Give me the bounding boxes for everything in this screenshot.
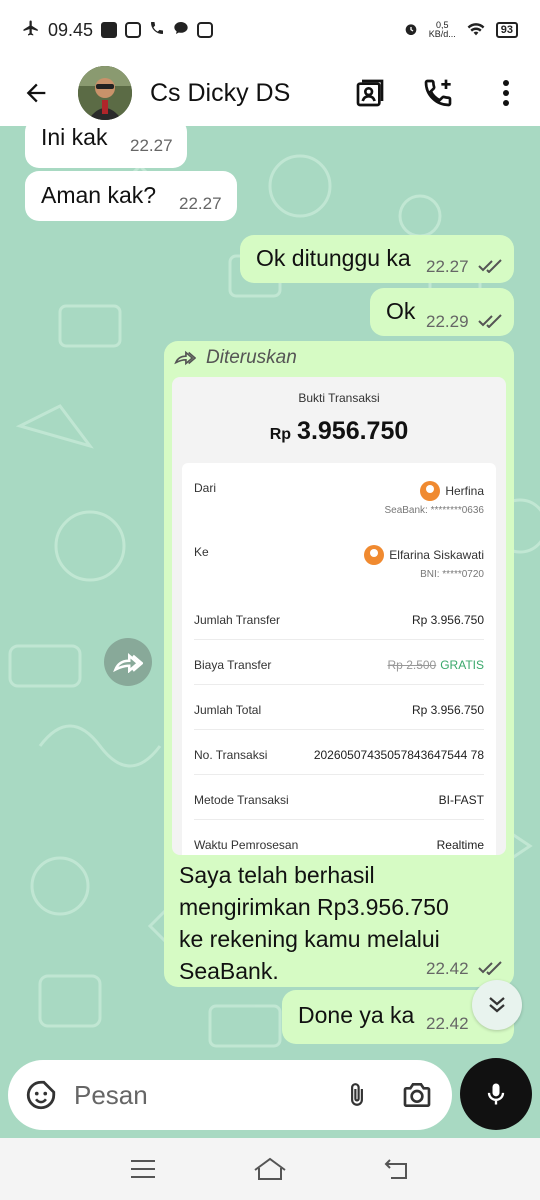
- emoji-button[interactable]: [8, 1060, 74, 1130]
- read-ticks-icon: [478, 961, 502, 975]
- microphone-icon: [487, 1083, 505, 1105]
- receipt-detail-row: Biaya Transfer Rp 2.500 GRATIS: [194, 658, 484, 672]
- message-notification-icon: [173, 20, 189, 41]
- back-button[interactable]: [0, 60, 72, 126]
- receipt-to-row: Ke Elfarina Siskawati BNI: *****0720: [194, 545, 484, 580]
- receipt-amount-value: 3.956.750: [297, 417, 409, 445]
- phone-add-icon: [424, 79, 452, 107]
- message-text: Ok ditunggu ka: [256, 245, 411, 271]
- more-options-button[interactable]: [472, 60, 540, 126]
- alarm-icon: [403, 21, 419, 40]
- receipt-amount: Rp 3.956.750: [172, 417, 506, 446]
- back-nav-button[interactable]: [367, 1144, 427, 1194]
- message-input-pill: [8, 1060, 452, 1130]
- back-arrow-icon: [26, 83, 46, 103]
- status-right: 0,5 KB/d... 93: [403, 21, 518, 40]
- whatsapp-notification-icon: [197, 22, 214, 38]
- forwarded-label: Diteruskan: [174, 347, 297, 369]
- recipient-avatar-icon: [364, 545, 385, 565]
- camera-button[interactable]: [382, 1060, 452, 1130]
- transaction-receipt-image[interactable]: Bukti Transaksi Rp 3.956.750 Dari Herfina…: [172, 377, 506, 855]
- network-speed: 0,5 KB/d...: [428, 20, 456, 39]
- forwarded-icon: [174, 350, 196, 366]
- forwarded-image-message[interactable]: Diteruskan Bukti Transaksi Rp 3.956.750 D…: [164, 341, 514, 987]
- menu-lines-icon: [131, 1160, 156, 1178]
- forward-message-button[interactable]: [104, 638, 152, 686]
- message-time: 22.27: [130, 136, 173, 155]
- contact-name[interactable]: Cs Dicky DS: [150, 79, 290, 108]
- receipt-title: Bukti Transaksi: [298, 391, 380, 405]
- more-vert-icon: [503, 80, 509, 106]
- add-call-button[interactable]: [404, 60, 472, 126]
- sticker-emoji-icon: [26, 1080, 56, 1110]
- message-text: Done ya ka: [298, 1002, 415, 1028]
- attach-button[interactable]: [332, 1060, 382, 1130]
- receipt-detail-row: No. Transaksi 20260507435057843647544 78: [194, 748, 484, 762]
- receipt-currency: Rp: [269, 426, 292, 443]
- camera-icon: [403, 1083, 431, 1107]
- status-left: 09.45: [22, 19, 214, 42]
- notification-app-icon: [101, 22, 118, 38]
- contact-card-icon: [356, 79, 384, 107]
- phone-missed-icon: [149, 20, 165, 41]
- read-ticks-icon: [478, 259, 502, 273]
- contact-info-button[interactable]: [336, 60, 404, 126]
- status-bar: 09.45 0,5 KB/d... 93: [0, 0, 540, 60]
- incoming-message[interactable]: Aman kak? 22.27: [25, 171, 237, 221]
- contact-avatar[interactable]: [78, 66, 132, 120]
- double-chevron-down-icon: [489, 997, 505, 1013]
- message-time: 22.42: [426, 1014, 469, 1033]
- message-input[interactable]: [74, 1079, 314, 1111]
- read-ticks-icon: [478, 314, 502, 328]
- battery-indicator: 93: [495, 22, 518, 38]
- home-icon: [254, 1157, 286, 1180]
- message-text: Ini kak: [41, 126, 108, 150]
- forward-icon: [113, 653, 143, 673]
- status-time: 09.45: [48, 19, 94, 40]
- receipt-from-row: Dari Herfina SeaBank: ********0636: [194, 481, 484, 516]
- chat-header: Cs Dicky DS: [0, 60, 540, 126]
- chat-area[interactable]: Ini kak 22.27 Aman kak? 22.27 Ok ditungg…: [0, 126, 540, 1058]
- header-actions: [336, 60, 540, 126]
- home-button[interactable]: [240, 1144, 300, 1194]
- receipt-detail-row: Jumlah Transfer Rp 3.956.750: [194, 613, 484, 627]
- recent-apps-button[interactable]: [113, 1144, 173, 1194]
- wifi-icon: [466, 21, 486, 40]
- receipt-details-card: Dari Herfina SeaBank: ********0636 Ke El…: [182, 463, 496, 855]
- outgoing-message[interactable]: Ok ditunggu ka 22.27: [240, 235, 514, 283]
- message-time: 22.42: [426, 959, 469, 978]
- airplane-mode-icon: [22, 19, 40, 42]
- scroll-to-bottom-button[interactable]: [472, 980, 522, 1030]
- incoming-message[interactable]: Ini kak 22.27: [25, 126, 187, 168]
- notification-app-icon: [125, 22, 142, 38]
- message-time: 22.27: [179, 194, 222, 213]
- message-text: Ok: [386, 298, 416, 324]
- paperclip-icon: [351, 1083, 363, 1106]
- receipt-detail-row: Jumlah Total Rp 3.956.750: [194, 703, 484, 717]
- outgoing-message[interactable]: Ok 22.29: [370, 288, 514, 336]
- voice-message-button[interactable]: [460, 1058, 532, 1130]
- back-nav-icon: [384, 1159, 407, 1179]
- receipt-detail-row: Waktu Pemrosesan Realtime: [194, 838, 484, 852]
- message-time: 22.27: [426, 257, 469, 276]
- receipt-detail-row: Metode Transaksi BI-FAST: [194, 793, 484, 807]
- sender-avatar-icon: [420, 481, 441, 501]
- message-caption: Saya telah berhasil mengirimkan Rp3.956.…: [179, 862, 449, 984]
- message-time: 22.29: [426, 312, 469, 331]
- message-input-bar: [0, 1058, 540, 1138]
- system-nav-bar: [0, 1138, 540, 1200]
- message-text: Aman kak?: [41, 182, 157, 208]
